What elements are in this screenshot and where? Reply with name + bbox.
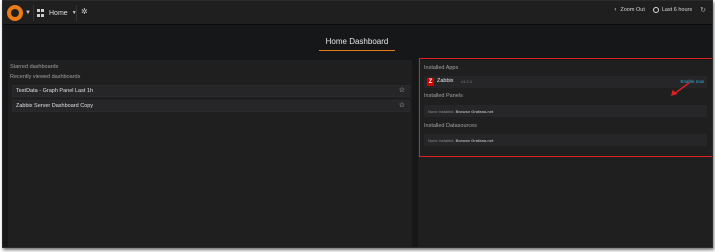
annotation-arrow-icon	[671, 82, 690, 96]
page-title: Home Dashboard	[319, 37, 395, 51]
recent-heading: Recently viewed dashboards	[10, 74, 81, 80]
starred-heading: Starred dashboards	[10, 64, 59, 70]
caret-down-icon[interactable]: ▼	[25, 10, 31, 16]
nav-divider	[76, 5, 77, 21]
grafana-logo-icon[interactable]	[7, 5, 23, 21]
dashboard-list-panel: Starred dashboards Recently viewed dashb…	[8, 60, 412, 247]
dashboard-row[interactable]: TestData - Graph Panel Last 1h ☆	[12, 85, 410, 97]
time-controls: ‹ Zoom Out Last 6 hours ↻	[614, 6, 706, 14]
refresh-icon[interactable]: ↻	[700, 6, 706, 14]
zoom-out-button[interactable]: Zoom Out	[620, 7, 644, 13]
dashboard-link[interactable]: TestData - Graph Panel Last 1h	[16, 88, 93, 94]
time-range-picker[interactable]: Last 6 hours	[662, 7, 692, 13]
grid-icon	[37, 9, 45, 17]
dashboard-row[interactable]: Zabbix Server Dashboard Copy ☆	[12, 100, 410, 112]
gear-icon[interactable]: ✲	[81, 7, 88, 16]
top-navbar: ▼ Home ▼ ✲ ‹ Zoom Out Last 6 hours ↻	[3, 1, 712, 25]
dashboard-link[interactable]: Zabbix Server Dashboard Copy	[16, 103, 93, 109]
star-icon[interactable]: ☆	[399, 101, 405, 109]
dashboard-picker[interactable]: Home ▼	[37, 5, 77, 21]
dashboard-title: Home	[49, 9, 68, 17]
star-icon[interactable]: ☆	[399, 86, 405, 94]
clock-icon	[652, 7, 659, 13]
nav-divider	[33, 5, 34, 21]
annotation-highlight-box	[419, 58, 712, 157]
app-window: ▼ Home ▼ ✲ ‹ Zoom Out Last 6 hours ↻ Hom…	[2, 0, 713, 248]
chevron-left-icon[interactable]: ‹	[614, 7, 616, 13]
